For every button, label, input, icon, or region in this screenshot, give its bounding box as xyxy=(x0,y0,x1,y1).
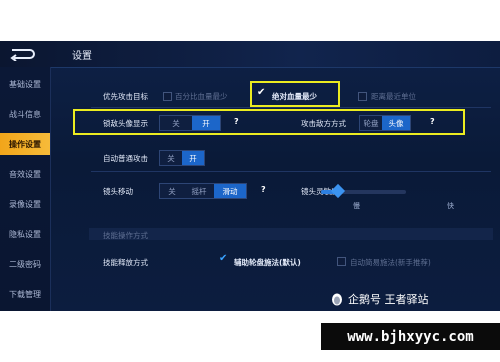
divider xyxy=(91,107,491,108)
nearest-unit-checkbox[interactable] xyxy=(358,92,367,101)
sidebar-item-downloads[interactable]: 下载管理 xyxy=(0,283,50,305)
watermark: 企鹅号 王者驿站 xyxy=(330,291,429,307)
camera-move-off[interactable]: 关 xyxy=(160,184,184,198)
auto-attack-label: 自动普通攻击 xyxy=(103,154,148,163)
url-banner: www.bjhxyyc.com xyxy=(321,323,500,350)
camera-sensitivity-slider[interactable] xyxy=(321,183,406,199)
sidebar-item-controls[interactable]: 操作设置 xyxy=(0,133,50,155)
skill-release-label: 技能释放方式 xyxy=(103,258,148,267)
highlight-box-priority xyxy=(250,81,340,107)
sidebar: 基础设置 战斗信息 操作设置 音效设置 录像设置 隐私设置 二级密码 下载管理 xyxy=(0,67,51,311)
camera-move-label: 镜头移动 xyxy=(103,187,133,196)
section-title: 技能操作方式 xyxy=(103,231,148,240)
sidebar-item-replay[interactable]: 录像设置 xyxy=(0,193,50,215)
divider xyxy=(91,171,491,172)
settings-panel: 优先攻击目标 百分比血量最少 ✔ 绝对血量最少 距离最近单位 锁敌头像显示 关 … xyxy=(51,67,500,311)
penguin-icon xyxy=(332,293,342,306)
sidebar-item-battle-info[interactable]: 战斗信息 xyxy=(0,103,50,125)
game-screen: 设置 基础设置 战斗信息 操作设置 音效设置 录像设置 隐私设置 二级密码 下载… xyxy=(0,41,500,311)
camera-move-joystick[interactable]: 摇杆 xyxy=(184,184,214,198)
sidebar-item-sound[interactable]: 音效设置 xyxy=(0,163,50,185)
percent-hp-checkbox[interactable] xyxy=(163,92,172,101)
back-arrow-icon[interactable] xyxy=(8,47,38,61)
priority-target-label: 优先攻击目标 xyxy=(103,92,148,101)
sidebar-item-privacy[interactable]: 隐私设置 xyxy=(0,223,50,245)
slow-label: 慢 xyxy=(353,202,360,210)
camera-move-toggle[interactable]: 关 摇杆 滑动 xyxy=(159,183,247,199)
section-header: 技能操作方式 xyxy=(89,228,493,240)
fast-label: 快 xyxy=(447,202,454,210)
sidebar-item-basic[interactable]: 基础设置 xyxy=(0,73,50,95)
skill-release-simple: 自动简易施法(新手推荐) xyxy=(350,258,431,267)
highlight-box-avatar xyxy=(73,109,465,135)
auto-attack-off[interactable]: 关 xyxy=(160,151,182,165)
url-text: www.bjhxyyc.com xyxy=(347,328,474,345)
top-bar: 设置 xyxy=(0,41,500,68)
checkmark-icon[interactable]: ✔ xyxy=(219,253,227,264)
page-title: 设置 xyxy=(72,51,92,62)
percent-hp-label: 百分比血量最少 xyxy=(175,92,228,101)
sidebar-item-password[interactable]: 二级密码 xyxy=(0,253,50,275)
skill-release-assist: 辅助轮盘施法(默认) xyxy=(234,258,301,267)
help-icon[interactable]: ? xyxy=(261,185,266,194)
auto-attack-on[interactable]: 开 xyxy=(182,151,204,165)
camera-move-swipe[interactable]: 滑动 xyxy=(214,184,246,198)
nearest-unit-label: 距离最近单位 xyxy=(371,92,416,101)
watermark-text: 企鹅号 王者驿站 xyxy=(348,293,429,306)
skill-release-simple-checkbox[interactable] xyxy=(337,257,346,266)
auto-attack-toggle[interactable]: 关 开 xyxy=(159,150,205,166)
